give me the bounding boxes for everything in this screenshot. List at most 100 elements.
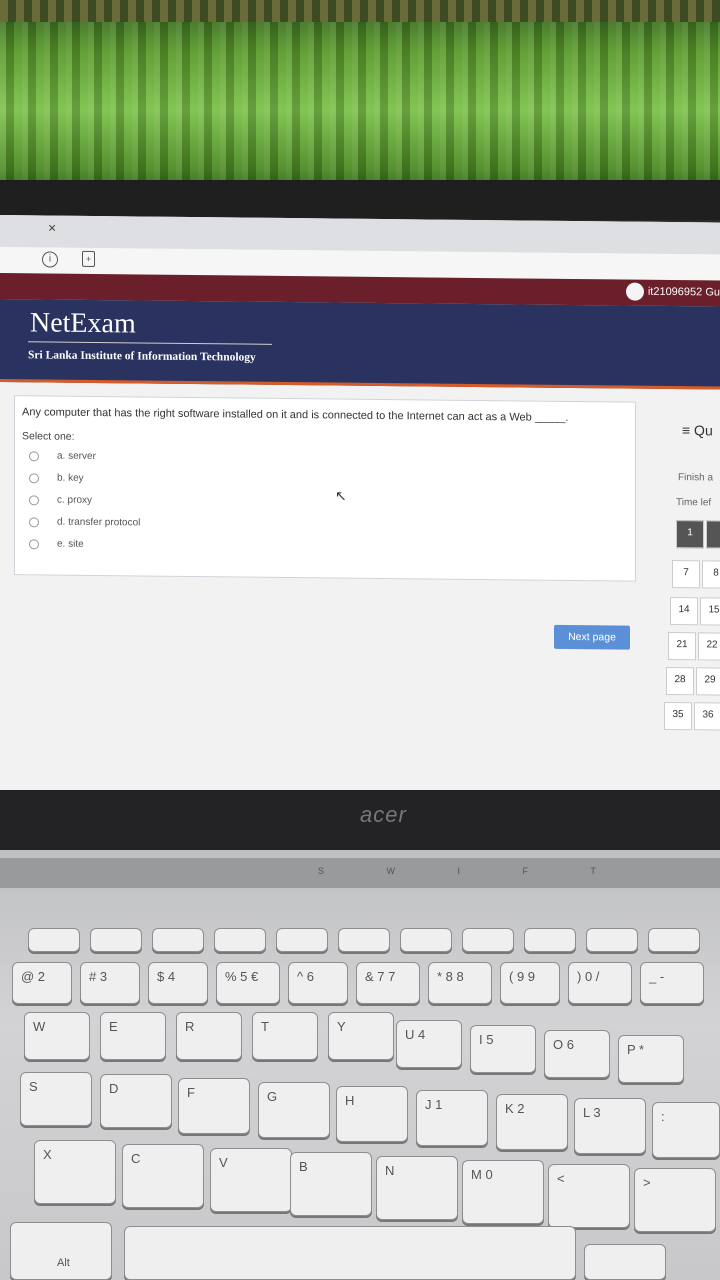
option-label: c. proxy [57, 494, 93, 506]
nav-question-button[interactable]: 1 [676, 520, 704, 549]
function-key[interactable] [338, 928, 390, 952]
key-9[interactable]: ( 9 9 [500, 962, 560, 1004]
key-f[interactable]: F [178, 1078, 250, 1134]
key-period[interactable]: > [634, 1168, 716, 1232]
key-h[interactable]: H [336, 1086, 408, 1142]
key-p[interactable]: P * [618, 1035, 684, 1083]
nav-question-button[interactable]: 28 [666, 666, 694, 696]
avatar [625, 282, 644, 301]
key-colon[interactable]: : [652, 1102, 720, 1158]
option-e[interactable]: e. site [29, 538, 84, 550]
key-4[interactable]: $ 4 [148, 962, 208, 1004]
nav-question-button[interactable]: 35 [664, 701, 692, 731]
function-key[interactable] [28, 928, 80, 952]
nav-question-button[interactable]: 36 [694, 702, 720, 731]
key-alt[interactable]: Alt [10, 1222, 112, 1280]
question-box: Any computer that has the right software… [14, 395, 636, 582]
key-c[interactable]: C [122, 1144, 204, 1208]
key-u[interactable]: U 4 [396, 1020, 462, 1068]
question-text: Any computer that has the right software… [22, 406, 569, 424]
key-i[interactable]: I 5 [470, 1025, 536, 1073]
option-label: e. site [57, 538, 84, 550]
option-label: d. transfer protocol [57, 516, 141, 529]
key-b[interactable]: B [290, 1152, 372, 1216]
key-m[interactable]: M 0 [462, 1160, 544, 1224]
key-d[interactable]: D [100, 1074, 172, 1128]
title-rule [28, 341, 272, 345]
key-o[interactable]: O 6 [544, 1030, 610, 1078]
brand-logo: acer [360, 802, 407, 827]
key-2[interactable]: @ 2 [12, 962, 72, 1004]
option-d[interactable]: d. transfer protocol [29, 516, 140, 528]
nav-question-button[interactable]: 14 [670, 597, 698, 626]
key-r[interactable]: R [176, 1012, 242, 1060]
function-key[interactable] [462, 928, 514, 952]
key-x[interactable]: X [34, 1140, 116, 1204]
nav-question-button[interactable] [706, 520, 720, 549]
user-menu[interactable]: it21096952 Gu [625, 282, 720, 302]
key-v[interactable]: V [210, 1148, 292, 1212]
function-key[interactable] [400, 928, 452, 952]
nav-question-button[interactable]: 29 [696, 667, 720, 696]
site-subtitle: Sri Lanka Institute of Information Techn… [28, 349, 256, 364]
site-header: NetExam Sri Lanka Institute of Informati… [0, 299, 720, 390]
key-e[interactable]: E [100, 1012, 166, 1060]
nav-question-button[interactable]: 15 [700, 597, 720, 626]
nav-question-button[interactable]: 8 [702, 560, 720, 589]
curtain-background [0, 0, 720, 200]
option-c[interactable]: c. proxy [29, 494, 92, 506]
key-comma[interactable]: < [548, 1164, 630, 1228]
next-page-button[interactable]: Next page [554, 624, 630, 650]
radio-button[interactable] [29, 494, 39, 505]
time-left-label: Time lef [676, 497, 712, 509]
page-icon[interactable]: + [82, 250, 95, 267]
close-tab-icon[interactable]: × [48, 220, 56, 236]
key-7[interactable]: & 7 7 [356, 962, 420, 1004]
function-key[interactable] [152, 928, 204, 952]
key-g[interactable]: G [258, 1082, 330, 1138]
key-y[interactable]: Y [328, 1012, 394, 1060]
key-3[interactable]: # 3 [80, 962, 140, 1004]
finish-attempt-link[interactable]: Finish a [678, 472, 713, 483]
hinge-branding: S W I F T [318, 866, 626, 876]
radio-button[interactable] [29, 516, 39, 527]
mouse-pointer-icon: ↖ [335, 487, 347, 504]
option-a[interactable]: a. server [29, 450, 96, 462]
user-id: it21096952 Gu [647, 285, 720, 299]
key-minus[interactable]: _ - [640, 962, 704, 1004]
curtain-trim [0, 0, 720, 22]
radio-button[interactable] [29, 538, 39, 549]
nav-question-button[interactable]: 21 [668, 631, 696, 661]
laptop-top-bezel [0, 180, 720, 220]
function-key[interactable] [214, 928, 266, 952]
option-b[interactable]: b. key [29, 472, 84, 484]
quiz-nav-title: ≡ Qu [682, 422, 713, 439]
key-6[interactable]: ^ 6 [288, 962, 348, 1004]
key-alt-right[interactable] [584, 1244, 666, 1280]
function-key[interactable] [90, 928, 142, 952]
key-s[interactable]: S [20, 1072, 92, 1126]
nav-question-button[interactable]: 22 [698, 632, 720, 661]
nav-question-button[interactable]: 7 [672, 560, 700, 589]
function-key[interactable] [586, 928, 638, 952]
radio-button[interactable] [29, 450, 39, 461]
key-k[interactable]: K 2 [496, 1094, 568, 1150]
key-0[interactable]: ) 0 / [568, 962, 632, 1004]
function-key[interactable] [648, 928, 700, 952]
key-w[interactable]: W [24, 1012, 90, 1060]
key-n[interactable]: N [376, 1156, 458, 1220]
key-5[interactable]: % 5 € [216, 962, 280, 1004]
site-title[interactable]: NetExam [30, 307, 136, 340]
key-t[interactable]: T [252, 1012, 318, 1060]
radio-button[interactable] [29, 472, 39, 483]
function-key[interactable] [276, 928, 328, 952]
key-l[interactable]: L 3 [574, 1098, 646, 1154]
key-j[interactable]: J 1 [416, 1090, 488, 1146]
key-space[interactable] [124, 1226, 576, 1280]
info-icon[interactable]: i [42, 251, 58, 268]
option-label: b. key [57, 472, 84, 484]
select-one-label: Select one: [22, 430, 75, 443]
function-key[interactable] [524, 928, 576, 952]
key-8[interactable]: * 8 8 [428, 962, 492, 1004]
option-label: a. server [57, 450, 96, 463]
